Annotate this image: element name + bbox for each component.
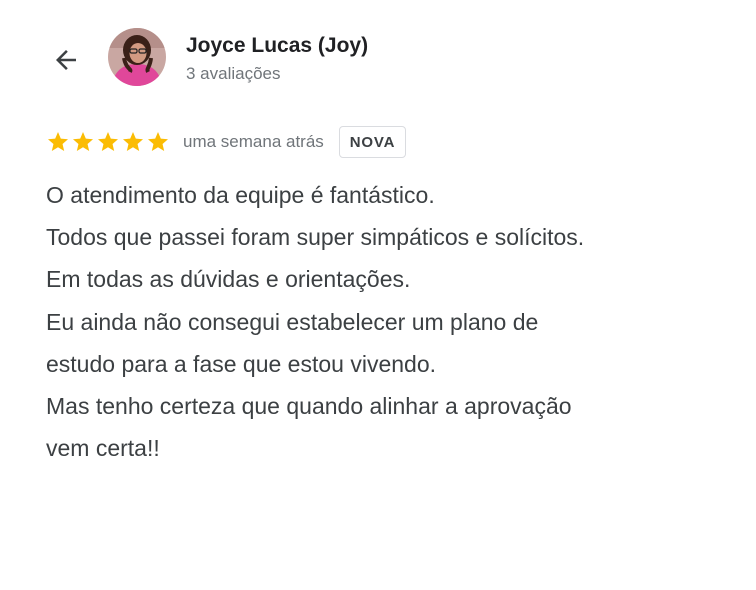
star-icon [73,132,93,151]
review-time: uma semana atrás [183,132,324,151]
arrow-back-icon [56,50,76,70]
star-icon [98,132,118,151]
profile-photo [108,28,166,86]
star-rating [46,130,170,154]
reviewer-name[interactable]: Joyce Lucas (Joy) [186,34,368,58]
reviews-count: 3 avaliações [186,64,281,83]
review-text: O atendimento da equipe é fantástico. Tod… [46,174,746,469]
reviewer-header: Joyce Lucas (Joy) 3 avaliações [0,24,756,94]
star-icon [123,132,143,151]
new-badge: NOVA [338,126,407,158]
back-button[interactable] [42,36,90,84]
review-line: Em todas as dúvidas e orientações. [46,266,411,293]
review-page: Joyce Lucas (Joy) 3 avaliações uma seman… [0,0,756,590]
review-line: O atendimento da equipe é fantástico. [46,182,435,208]
star-icon [48,132,68,151]
review-line: Todos que passei foram super simpáticos … [46,224,585,251]
review-line: vem certa!! [46,435,160,462]
review-line: estudo para a fase que estou vivendo. [46,350,437,377]
avatar[interactable] [108,28,166,86]
review-line: Mas tenho certeza que quando alinhar a a… [46,393,572,420]
review-line: Eu ainda não consegui estabelecer um pla… [46,308,539,335]
review-meta: uma semana atrás NOVA [46,124,407,160]
star-icon [148,132,168,151]
